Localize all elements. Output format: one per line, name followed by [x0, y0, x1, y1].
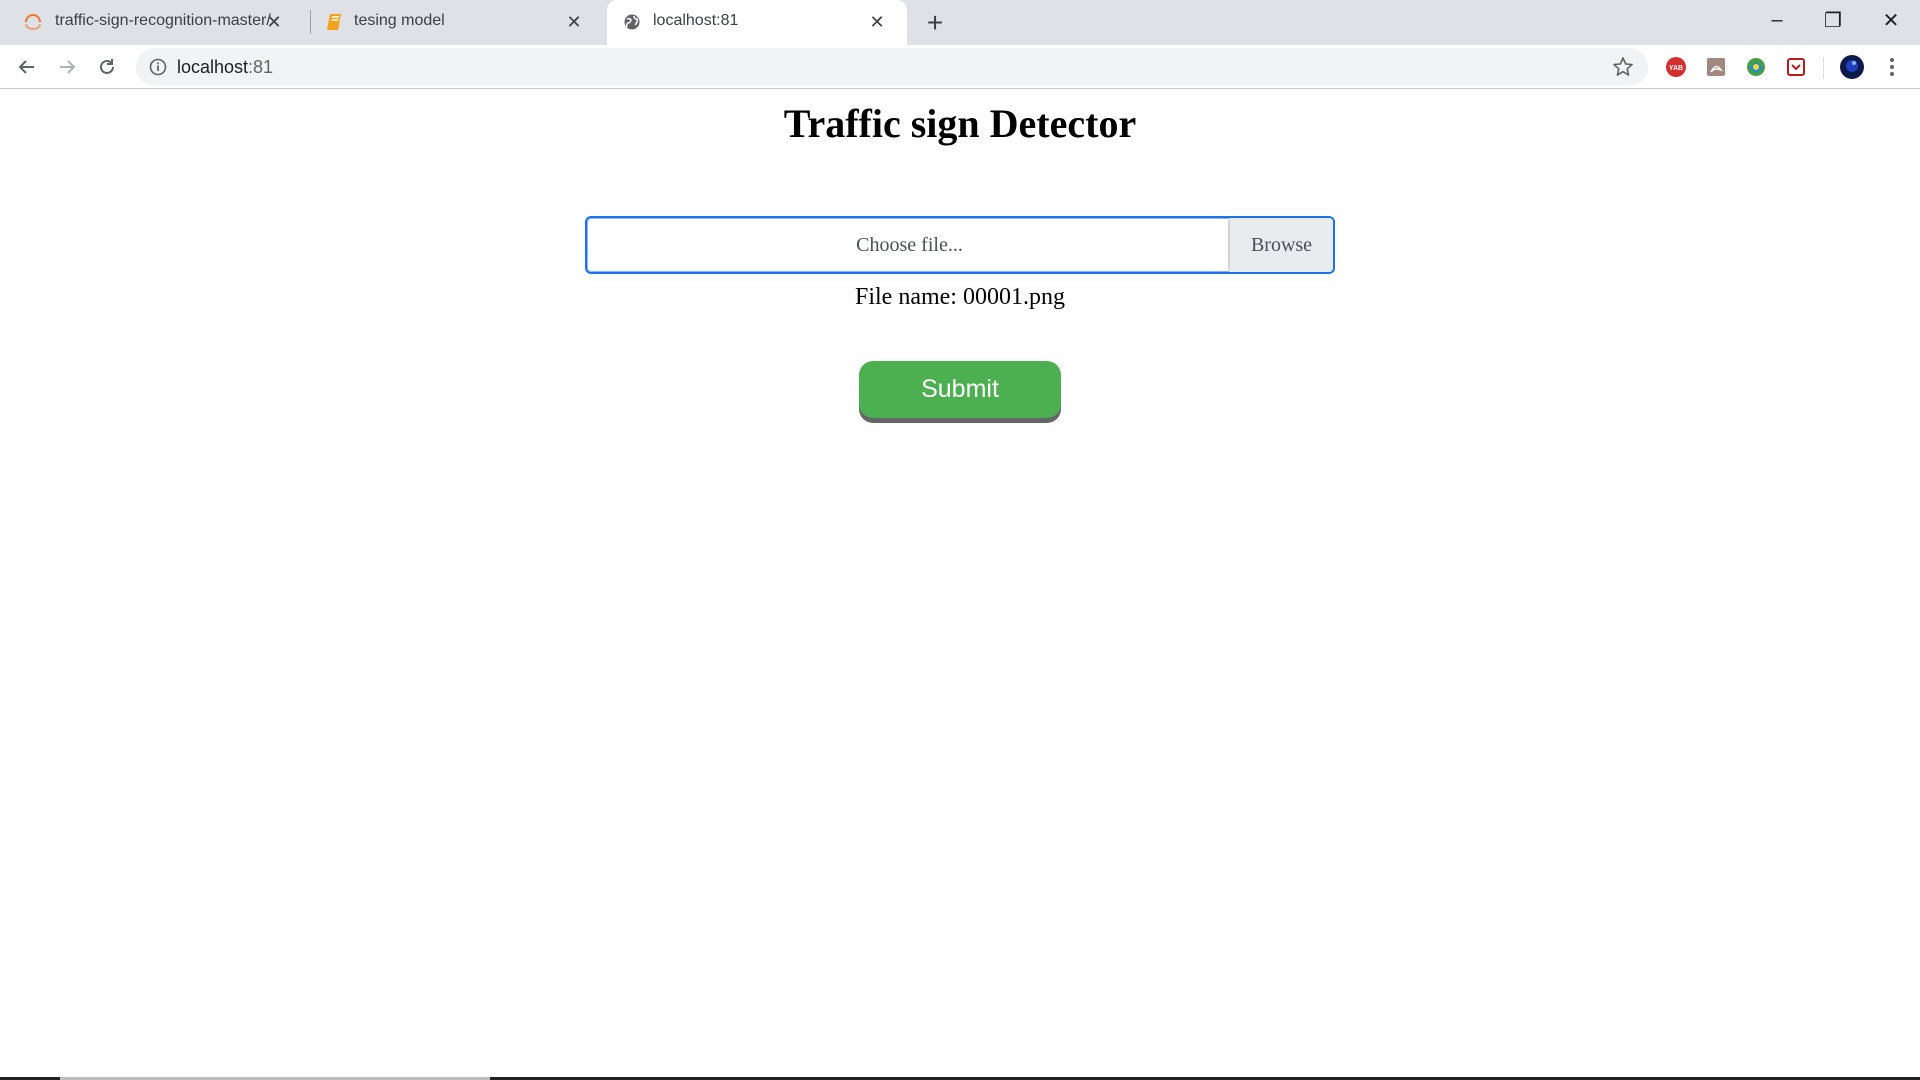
toolbar-divider	[1823, 57, 1824, 79]
close-icon[interactable]: ✕	[262, 10, 286, 34]
tab-label: localhost:81	[653, 12, 739, 29]
page-title: Traffic sign Detector	[783, 101, 1137, 146]
url-host: localhost	[177, 57, 249, 77]
plus-icon: +	[926, 7, 944, 38]
browser-toolbar: localhost:81 YAB	[0, 45, 1920, 89]
menu-dots-icon[interactable]	[1878, 52, 1906, 82]
tab-traffic-sign-recognition[interactable]: traffic-sign-recognition-master/ ✕	[0, 0, 304, 45]
reload-button[interactable]	[91, 51, 123, 83]
page-content: Traffic sign Detector Choose file... Bro…	[0, 90, 1920, 1080]
restore-icon: ❐	[1824, 9, 1842, 32]
minimize-button[interactable]: –	[1748, 0, 1806, 40]
pdf-extension-icon[interactable]	[1701, 52, 1731, 82]
back-button[interactable]	[11, 51, 43, 83]
tab-label: traffic-sign-recognition-master/	[55, 12, 271, 29]
browse-button[interactable]: Browse	[1229, 218, 1333, 272]
url-port: :81	[248, 57, 274, 77]
profile-avatar-icon[interactable]	[1837, 52, 1867, 82]
url-text[interactable]: localhost:81	[177, 57, 273, 78]
tab-localhost[interactable]: localhost:81 ✕	[607, 0, 907, 45]
globe-icon	[621, 11, 643, 33]
info-icon[interactable]	[148, 57, 168, 77]
forward-button[interactable]	[51, 51, 83, 83]
tab-tesing-model[interactable]: tesing model ✕	[304, 0, 604, 45]
reload-icon	[100, 59, 114, 74]
close-icon[interactable]: ✕	[562, 10, 586, 34]
pocket-extension-icon[interactable]	[1781, 52, 1811, 82]
tab-label: tesing model	[354, 12, 445, 29]
submit-button[interactable]: Submit	[859, 361, 1061, 418]
restore-button[interactable]: ❐	[1804, 0, 1862, 40]
arrow-right-icon	[60, 60, 76, 74]
close-icon[interactable]: ✕	[865, 10, 889, 34]
new-tab-button[interactable]: +	[920, 7, 950, 38]
close-window-button[interactable]: ✕	[1862, 0, 1920, 40]
close-icon: ✕	[1882, 9, 1900, 32]
loading-spinner-icon	[22, 11, 44, 33]
file-name-label: File name: 00001.png	[855, 284, 1065, 310]
file-input[interactable]: Choose file...	[591, 221, 1229, 269]
minimize-icon: –	[1771, 8, 1783, 31]
bookmark-star-icon[interactable]	[1612, 56, 1634, 78]
svg-text:YAB: YAB	[1669, 65, 1683, 72]
notebook-icon	[324, 11, 346, 33]
tab-strip: traffic-sign-recognition-master/ ✕ tesin…	[0, 0, 1920, 45]
file-upload-group[interactable]: Choose file... Browse	[585, 216, 1335, 274]
idm-extension-icon[interactable]	[1741, 52, 1771, 82]
address-bar[interactable]: localhost:81	[136, 48, 1648, 86]
yab-extension-icon[interactable]: YAB	[1661, 52, 1691, 82]
arrow-left-icon	[18, 60, 34, 74]
